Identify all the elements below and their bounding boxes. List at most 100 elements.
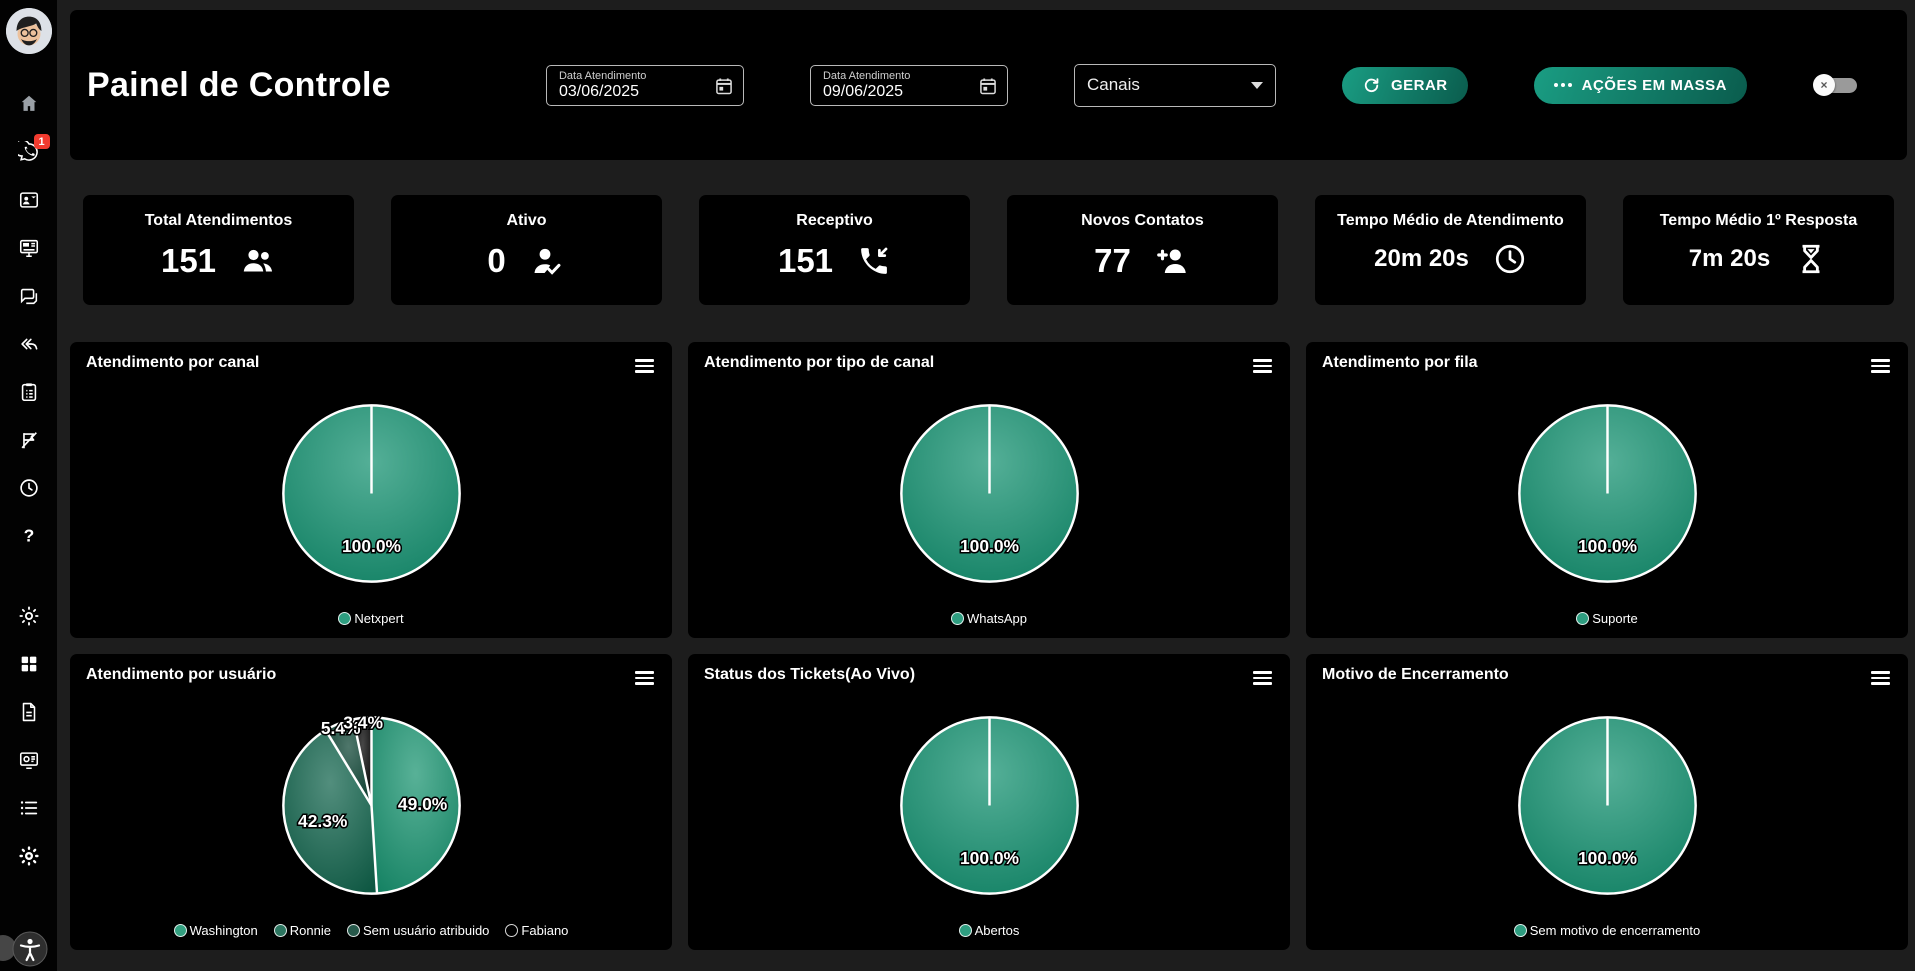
legend-color-dot [1514, 924, 1527, 937]
stat-value: 0 [487, 242, 505, 280]
chart-title: Motivo de Encerramento [1322, 666, 1509, 684]
stat-title: Tempo Médio 1º Resposta [1623, 212, 1894, 230]
sidebar-item-campaigns-off[interactable] [18, 429, 40, 451]
stat-value: 151 [778, 242, 833, 280]
legend-color-dot [338, 612, 351, 625]
date-to-value: 09/06/2025 [823, 83, 997, 101]
stat-value: 151 [161, 242, 216, 280]
sidebar-item-contacts[interactable] [18, 189, 40, 211]
generate-button-label: GERAR [1391, 77, 1448, 94]
legend-label: Washington [190, 923, 258, 938]
pie-chart: 100.0% [1322, 690, 1892, 922]
sidebar-item-settings[interactable] [18, 605, 40, 627]
page-header: Painel de Controle Data Atendimento 03/0… [70, 10, 1907, 160]
clock-outline-icon [1493, 242, 1527, 276]
clock-icon [18, 477, 40, 499]
gear-bold-icon [18, 845, 40, 867]
gear-icon [18, 605, 40, 627]
chart-menu-icon[interactable] [1251, 354, 1274, 378]
stat-card-novos-contatos: Novos Contatos 77 [1007, 195, 1278, 305]
legend-item[interactable]: Abertos [959, 923, 1020, 938]
legend-item[interactable]: Washington [174, 923, 258, 938]
legend-color-dot [951, 612, 964, 625]
hourglass-icon [1794, 242, 1828, 276]
sidebar-item-admin-settings[interactable] [18, 845, 40, 867]
avatar-image [6, 8, 52, 54]
legend-label: Abertos [975, 923, 1020, 938]
stat-card-receptivo: Receptivo 151 [699, 195, 970, 305]
legend-item[interactable]: Sem motivo de encerramento [1514, 923, 1701, 938]
chart-legend: Suporte [1322, 609, 1892, 630]
legend-item[interactable]: Ronnie [274, 923, 331, 938]
sidebar-item-conversations[interactable]: 1 [18, 141, 40, 163]
person-check-icon [530, 243, 566, 279]
sidebar-item-tasks[interactable] [18, 381, 40, 403]
sidebar-item-home[interactable] [18, 93, 40, 115]
date-to-input[interactable]: Data Atendimento 09/06/2025 [810, 65, 1008, 106]
calendar-icon[interactable] [978, 76, 998, 101]
chart-menu-icon[interactable] [1869, 666, 1892, 690]
date-from-input[interactable]: Data Atendimento 03/06/2025 [546, 65, 744, 106]
sidebar-item-dashboard[interactable] [18, 237, 40, 259]
page-title: Painel de Controle [87, 66, 391, 105]
bullet-list-icon [18, 797, 40, 819]
legend-item[interactable]: Netxpert [338, 611, 403, 626]
help-icon: ? [18, 525, 40, 547]
legend-label: Suporte [1592, 611, 1638, 626]
flag-slash-icon [18, 429, 40, 451]
sidebar-item-quick-replies[interactable] [18, 333, 40, 355]
sidebar-item-billing[interactable] [18, 749, 40, 771]
bulk-actions-button[interactable]: AÇÕES EM MASSA [1534, 67, 1747, 104]
home-icon [18, 93, 40, 115]
pie-chart: 100.0% [1322, 378, 1892, 610]
sidebar-item-help[interactable]: ? [18, 525, 40, 547]
calendar-icon[interactable] [714, 76, 734, 101]
sidebar-item-chats[interactable] [18, 285, 40, 307]
monitor-icon [18, 237, 40, 259]
accessibility-button[interactable] [12, 931, 48, 967]
sidebar-item-modules[interactable] [18, 653, 40, 675]
sidebar-item-schedule[interactable] [18, 477, 40, 499]
chart-title: Atendimento por fila [1322, 354, 1478, 372]
document-icon [18, 701, 40, 723]
header-toggle[interactable]: × [1813, 74, 1857, 96]
chart-title: Status dos Tickets(Ao Vivo) [704, 666, 915, 684]
people-group-icon [240, 243, 276, 279]
chart-menu-icon[interactable] [1251, 666, 1274, 690]
legend-item[interactable]: Suporte [1576, 611, 1638, 626]
channels-select-value: Canais [1087, 75, 1140, 95]
chart-menu-icon[interactable] [1869, 354, 1892, 378]
date-to-label: Data Atendimento [823, 70, 997, 82]
sidebar-item-documents[interactable] [18, 701, 40, 723]
date-from-value: 03/06/2025 [559, 83, 733, 101]
legend-item[interactable]: WhatsApp [951, 611, 1027, 626]
pie-chart: 49.0%42.3%5.4%3.4% [86, 690, 656, 922]
pie-percent-label: 3.4% [343, 712, 383, 732]
legend-color-dot [959, 924, 972, 937]
bulk-actions-button-label: AÇÕES EM MASSA [1582, 77, 1727, 94]
legend-color-dot [1576, 612, 1589, 625]
chart-legend: WhatsApp [704, 609, 1274, 630]
chart-menu-icon[interactable] [633, 666, 656, 690]
chart-card-status-dos-tickets: Status dos Tickets(Ao Vivo) 100.0% Abert… [688, 654, 1290, 950]
chart-card-atendimento-por-canal: Atendimento por canal 100.0% Netxpert [70, 342, 672, 638]
legend-color-dot [505, 924, 518, 937]
chart-legend: Washington Ronnie Sem usuário atribuido Fab… [86, 921, 656, 942]
pie-percent-label: 100.0% [341, 536, 401, 556]
sidebar-item-logs[interactable] [18, 797, 40, 819]
chart-title: Atendimento por canal [86, 354, 259, 372]
ellipsis-icon [1554, 83, 1572, 87]
chart-title: Atendimento por usuário [86, 666, 276, 684]
pie-percent-label: 100.0% [959, 536, 1019, 556]
generate-button[interactable]: GERAR [1342, 67, 1468, 104]
stat-card-total-atendimentos: Total Atendimentos 151 [83, 195, 354, 305]
pie-percent-label: 42.3% [298, 811, 348, 831]
user-avatar[interactable] [6, 8, 52, 54]
forum-chat-icon [18, 285, 40, 307]
legend-item[interactable]: Fabiano [505, 923, 568, 938]
legend-item[interactable]: Sem usuário atribuido [347, 923, 489, 938]
channels-select[interactable]: Canais [1074, 64, 1276, 107]
pie-percent-label: 100.0% [959, 848, 1019, 868]
chart-menu-icon[interactable] [633, 354, 656, 378]
legend-label: Fabiano [521, 923, 568, 938]
